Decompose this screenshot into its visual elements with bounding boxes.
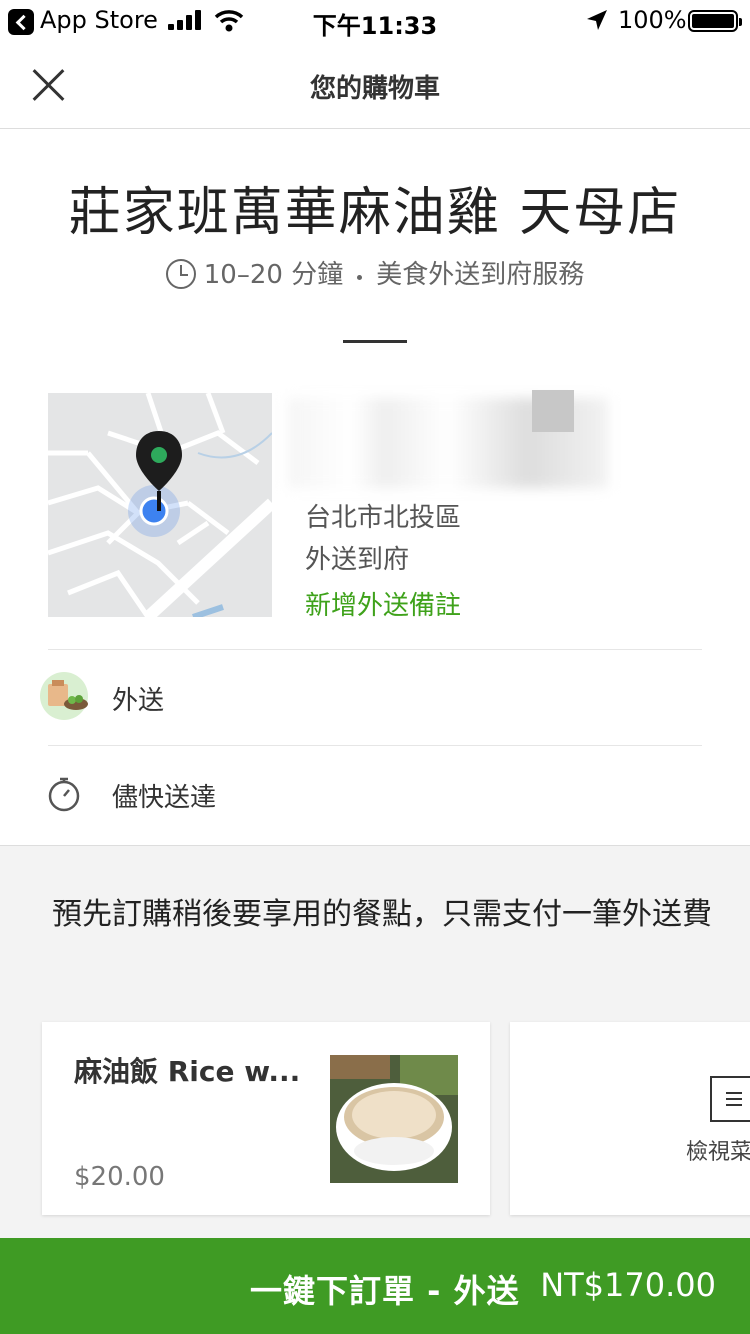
delivery-type: 外送到府 — [305, 545, 410, 575]
service-text: 美食外送到府服務 — [376, 260, 585, 290]
stopwatch-icon — [48, 777, 80, 812]
place-order-label: 一鍵下訂單 - 外送 — [250, 1272, 520, 1310]
schedule-promo-text: 預先訂購稍後要享用的餐點，只需支付一筆外送費 — [52, 897, 712, 932]
location-arrow-icon — [587, 10, 607, 30]
order-total: NT$170.00 — [540, 1266, 716, 1304]
item-photo — [330, 1055, 458, 1183]
item-price: $20.00 — [74, 1162, 165, 1192]
suggested-item-card[interactable]: 麻油飯 Rice w... $20.00 — [42, 1022, 490, 1215]
battery-icon — [688, 10, 742, 32]
redacted-block — [532, 390, 574, 432]
delivery-map[interactable] — [48, 393, 272, 617]
address-district: 台北市北投區 — [305, 503, 462, 533]
separator-dot — [357, 275, 363, 280]
delivery-bag-icon — [40, 672, 88, 720]
option-label-asap: 儘快送達 — [112, 783, 217, 813]
row-divider — [48, 649, 702, 650]
add-delivery-note-link[interactable]: 新增外送備註 — [305, 585, 461, 622]
option-label-delivery: 外送 — [112, 686, 165, 716]
section-divider — [343, 340, 407, 343]
menu-icon — [710, 1076, 750, 1122]
eta-text: 10–20 分鐘 — [203, 260, 344, 290]
store-meta: 10–20 分鐘 美食外送到府服務 — [0, 254, 750, 291]
status-bar: App Store 下午11:33 100% — [0, 0, 750, 44]
nav-bar: 您的購物車 — [0, 44, 750, 129]
clock-icon — [165, 259, 196, 289]
place-order-button[interactable]: 一鍵下訂單 - 外送 NT$170.00 — [0, 1238, 750, 1334]
store-name: 莊家班萬華麻油雞 天母店 — [68, 183, 682, 243]
battery-percent: 100% — [618, 6, 687, 34]
view-menu-card[interactable]: 檢視菜 — [510, 1022, 750, 1215]
row-divider — [48, 745, 702, 746]
map-streets — [48, 393, 272, 617]
page-title: 您的購物車 — [309, 74, 440, 104]
view-menu-label: 檢視菜 — [686, 1140, 750, 1165]
item-name: 麻油飯 Rice w... — [74, 1055, 301, 1088]
